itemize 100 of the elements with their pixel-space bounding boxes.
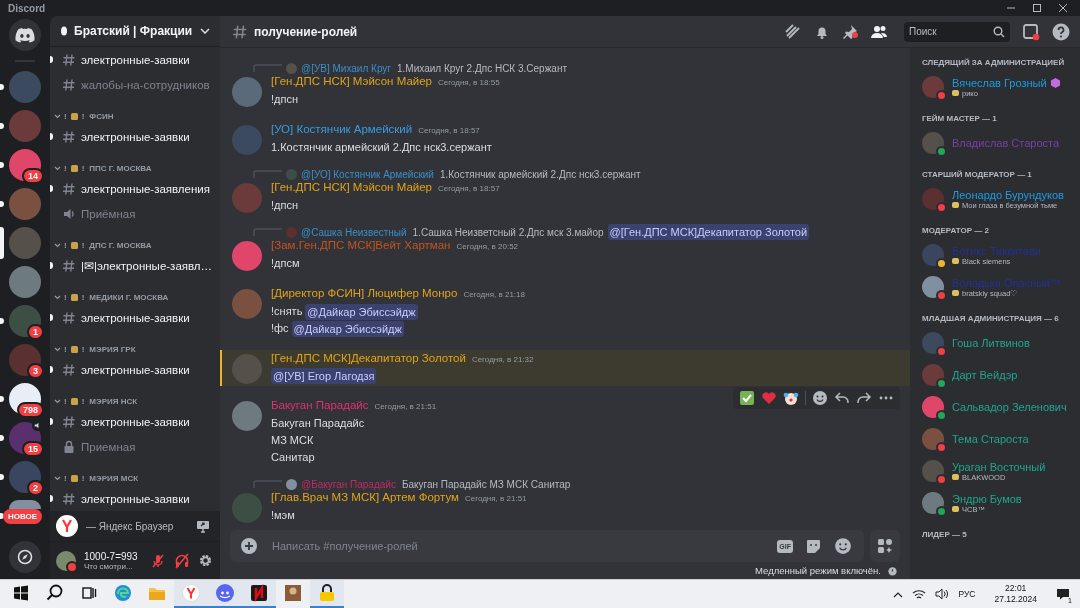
message-timestamp: Сегодня, в 21:18 (463, 290, 525, 299)
inbox-icon[interactable] (1022, 22, 1040, 41)
pin-icon[interactable] (842, 23, 858, 40)
reply-preview[interactable]: 1.Михаил Круг 2.Дпс НСК 3.Сержант (397, 62, 567, 74)
mention[interactable]: @[Ген.ДПС МСК]Декапитатор Золотой (607, 224, 810, 240)
message-author[interactable]: [Директор ФСИН] Люцифер Монро (271, 287, 458, 299)
message-author[interactable]: [Ген.ДПС НСК] Мэйсон Майер (271, 181, 432, 193)
close-icon[interactable] (1058, 3, 1068, 13)
channel-item[interactable]: электронные-заявки (58, 48, 194, 71)
reply-preview[interactable]: Бакуган Парадайс МЗ МСК Санитар (401, 478, 571, 490)
sticker-icon[interactable] (805, 537, 822, 555)
members-icon[interactable] (870, 23, 888, 40)
reply-author[interactable]: @[УВ] Михаил Круг (301, 62, 391, 74)
category-title[interactable]: ДПС Г. МОСКВА (89, 240, 152, 250)
discord-home-button[interactable] (9, 19, 41, 51)
channel-item[interactable]: электронные-заявки (58, 306, 194, 329)
mention[interactable]: @[УВ] Егор Лагодзя (271, 368, 377, 384)
message-timestamp: Сегодня, в 18:57 (418, 126, 480, 135)
channel-item[interactable]: |✉|электронные-заявл… (58, 254, 217, 277)
message-text: Санитар (271, 450, 315, 465)
message-author[interactable]: [Глав.Врач МЗ МСК] Артем Фортум (271, 491, 459, 503)
user-avatar[interactable] (56, 550, 76, 571)
taskbar-button[interactable] (242, 580, 276, 608)
plus-icon[interactable] (240, 537, 258, 555)
forward-icon[interactable] (856, 390, 872, 406)
category-mark: ! (64, 396, 67, 406)
smiley-icon[interactable] (812, 390, 828, 406)
screen-share-icon[interactable] (196, 519, 210, 533)
member-item[interactable]: Тема Староста (922, 424, 1074, 454)
volume-icon[interactable] (935, 588, 950, 600)
message-author[interactable]: [УО] Костянчик Армейский (271, 123, 413, 135)
user-avatar[interactable] (232, 241, 262, 271)
message-text: !дпсм (271, 256, 300, 271)
clock-date[interactable]: 27.12.2024 (994, 594, 1037, 605)
member-item[interactable]: Гоша Литвинов (922, 328, 1074, 358)
emoji-icon (69, 473, 79, 483)
channel-item[interactable]: Приёмная (58, 202, 140, 225)
member-name: Тема Староста (952, 433, 1029, 445)
channel-item[interactable]: электронные-заявки (58, 358, 194, 381)
message-input[interactable]: Написать #получение-ролей (270, 539, 766, 553)
member-name: Сальвадор Зеленович (952, 401, 1067, 413)
mention[interactable]: @Дайкар Эбиссэйдж (305, 303, 418, 320)
category-title[interactable]: ППС Г. МОСКВА (89, 163, 152, 173)
reply-author[interactable]: @Сашка Неизвестный (301, 226, 407, 238)
smiley-icon[interactable] (834, 537, 852, 555)
channel-item[interactable]: электронные-заявки (58, 125, 194, 148)
microphone-icon[interactable] (150, 552, 166, 569)
apps-button[interactable] (870, 530, 900, 562)
clock-time[interactable]: 22:01 (1005, 583, 1027, 594)
heart-icon[interactable] (761, 390, 777, 406)
mention[interactable]: @Дайкар Эбиссэйдж (291, 320, 404, 337)
clown-face-icon[interactable] (783, 390, 799, 406)
channel-item[interactable]: электронные-заявления (58, 177, 214, 200)
check-mark-icon[interactable] (739, 390, 755, 406)
headphones-icon[interactable] (174, 552, 190, 569)
reply-author[interactable]: @[УО] Костянчик Армейский (301, 168, 434, 180)
help-icon[interactable] (1052, 22, 1070, 41)
message-text: !фс (271, 321, 289, 336)
username: 1000-7=993 (84, 550, 139, 562)
message-author[interactable]: [Ген.ДПС МСК]Декапитатор Золотой (271, 352, 466, 364)
reply-connector (252, 64, 282, 72)
settings-icon[interactable] (198, 553, 213, 568)
channel-item[interactable]: электронные-заявки (58, 410, 194, 433)
status-indicator (66, 560, 78, 573)
threads-icon[interactable] (784, 23, 802, 40)
chevron-up-icon[interactable] (893, 590, 904, 598)
reply-icon[interactable] (834, 390, 850, 406)
channel-item[interactable]: жалобы-на-сотрудников (58, 73, 214, 96)
message-author[interactable]: [Ген.ДПС НСК] Мэйсон Майер (271, 75, 432, 87)
explore-button[interactable] (9, 541, 41, 573)
reply-preview[interactable]: 1.Сашка Неизветсный 2.Дпс мск 3.майор (412, 226, 604, 238)
category-title[interactable]: МЭРИЯ ГРК (89, 344, 136, 354)
chevron-down-icon (54, 475, 61, 481)
channel-item[interactable]: Приемная (58, 435, 140, 458)
taskbar-button[interactable] (310, 580, 344, 608)
padlock-icon (319, 584, 335, 602)
search-field[interactable]: Поиск (904, 21, 1010, 42)
category-title[interactable]: МЕДИКИ Г. МОСКВА (89, 292, 169, 302)
reply-preview[interactable]: 1.Костянчик армейский 2.Дпс нск3.сержант (439, 168, 641, 180)
member-item[interactable]: Дарт Вейдэр (922, 360, 1074, 390)
emoji-icon (69, 163, 79, 173)
user-avatar[interactable] (232, 401, 262, 431)
browser-logo-icon (182, 584, 200, 602)
member-name: Ботикс Тиккитави (952, 244, 1041, 257)
language-indicator[interactable]: РУС (958, 589, 976, 599)
chat-app-icon (216, 584, 234, 602)
category-mark: ! (81, 344, 85, 354)
browser-icon (114, 584, 132, 602)
channel-item[interactable]: электронные-заявки (58, 487, 194, 510)
category-mark: ! (64, 111, 67, 121)
category-title[interactable]: ФСИН (89, 111, 114, 121)
member-item[interactable]: Сальвадор Зеленович (922, 392, 1074, 422)
message-timestamp: Сегодня, в 21:51 (464, 494, 527, 503)
message-text: Бакуган Парадайс (271, 416, 365, 431)
wifi-icon[interactable] (912, 588, 927, 600)
hash-icon (62, 362, 76, 377)
category-title[interactable]: МЭРИЯ МСК (89, 473, 139, 483)
maximize-icon[interactable] (1032, 3, 1042, 13)
category-title[interactable]: МЭРИЯ НСК (89, 396, 138, 406)
role-heading: ГЕЙМ МАСТЕР — 1 (922, 114, 998, 123)
